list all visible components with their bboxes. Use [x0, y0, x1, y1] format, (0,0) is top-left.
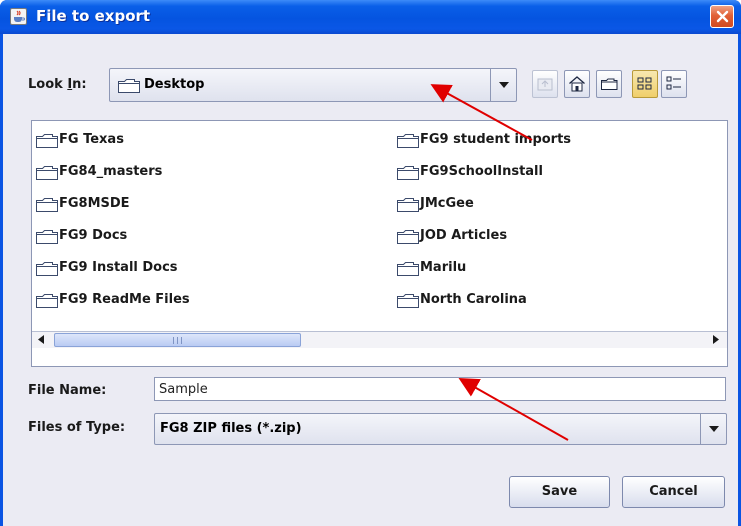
look-in-value: Desktop [144, 77, 205, 92]
title-bar[interactable]: File to export [0, 0, 741, 34]
folder-icon [36, 262, 58, 280]
details-view-icon[interactable] [661, 70, 687, 98]
folder-icon [397, 166, 419, 184]
cancel-button[interactable]: Cancel [622, 476, 725, 508]
look-in-label: Look In: [28, 77, 87, 92]
close-icon[interactable] [710, 5, 734, 28]
folder-icon [36, 134, 58, 152]
file-type-value: FG8 ZIP files (*.zip) [160, 421, 302, 436]
file-name-label: File Name: [28, 383, 107, 398]
file-list-item[interactable]: JOD Articles [397, 227, 717, 247]
file-list-item[interactable]: FG8MSDE [36, 195, 356, 215]
folder-icon [397, 230, 419, 248]
file-list-item[interactable]: FG9 ReadMe Files [36, 291, 356, 311]
file-list[interactable]: FG Texas FG84_masters FG8MSDE FG9 Docs FG9 I… [31, 120, 728, 367]
file-list-item-label: North Carolina [420, 292, 527, 307]
file-list-item[interactable]: FG84_masters [36, 163, 356, 183]
folder-icon [36, 166, 58, 184]
scroll-left-icon[interactable] [34, 333, 50, 347]
file-list-item-label: FG9SchoolInstall [420, 164, 543, 179]
list-view-icon[interactable] [632, 70, 658, 98]
file-list-item-label: FG Texas [59, 132, 124, 147]
folder-icon [397, 134, 419, 152]
scrollbar-thumb[interactable] [54, 333, 301, 347]
folder-icon [118, 79, 140, 96]
java-cup-icon [10, 8, 27, 25]
file-list-item-label: FG8MSDE [59, 196, 130, 211]
file-list-item[interactable]: North Carolina [397, 291, 717, 311]
file-name-field[interactable] [154, 377, 726, 401]
file-chooser-window: File to export Look In: Desktop FG Texas… [0, 0, 741, 526]
file-list-item-label: FG9 Docs [59, 228, 128, 243]
look-in-combo[interactable]: Desktop [109, 68, 517, 102]
file-list-item[interactable]: Marilu [397, 259, 717, 279]
file-list-item[interactable]: FG9 Docs [36, 227, 356, 247]
file-list-item-label: JOD Articles [420, 228, 508, 243]
folder-icon [397, 198, 419, 216]
new-folder-icon[interactable] [596, 70, 622, 98]
file-list-item-label: Marilu [420, 260, 467, 275]
horizontal-scrollbar[interactable] [32, 331, 727, 348]
file-list-item[interactable]: FG9 student imports [397, 131, 717, 151]
folder-icon [36, 294, 58, 312]
file-list-item-label: FG9 student imports [420, 132, 572, 147]
folder-icon [36, 230, 58, 248]
file-type-label: Files of Type: [28, 420, 126, 435]
file-list-item-label: FG84_masters [59, 164, 163, 179]
file-list-item[interactable]: FG9 Install Docs [36, 259, 356, 279]
up-folder-icon[interactable] [532, 70, 558, 98]
home-icon[interactable] [564, 70, 590, 98]
file-type-combo[interactable]: FG8 ZIP files (*.zip) [154, 413, 727, 445]
file-list-item-label: FG9 ReadMe Files [59, 292, 190, 307]
window-title: File to export [36, 7, 151, 25]
file-list-item[interactable]: FG Texas [36, 131, 356, 151]
file-list-item-label: JMcGee [420, 196, 474, 211]
file-list-item[interactable]: FG9SchoolInstall [397, 163, 717, 183]
chevron-down-icon[interactable] [700, 414, 726, 444]
save-button[interactable]: Save [509, 476, 610, 508]
chevron-down-icon[interactable] [490, 69, 516, 101]
dialog-content: Look In: Desktop FG Texas FG84_masters F… [3, 34, 738, 526]
folder-icon [397, 262, 419, 280]
scroll-right-icon[interactable] [709, 333, 725, 347]
file-list-item[interactable]: JMcGee [397, 195, 717, 215]
folder-icon [397, 294, 419, 312]
file-list-item-label: FG9 Install Docs [59, 260, 178, 275]
folder-icon [36, 198, 58, 216]
